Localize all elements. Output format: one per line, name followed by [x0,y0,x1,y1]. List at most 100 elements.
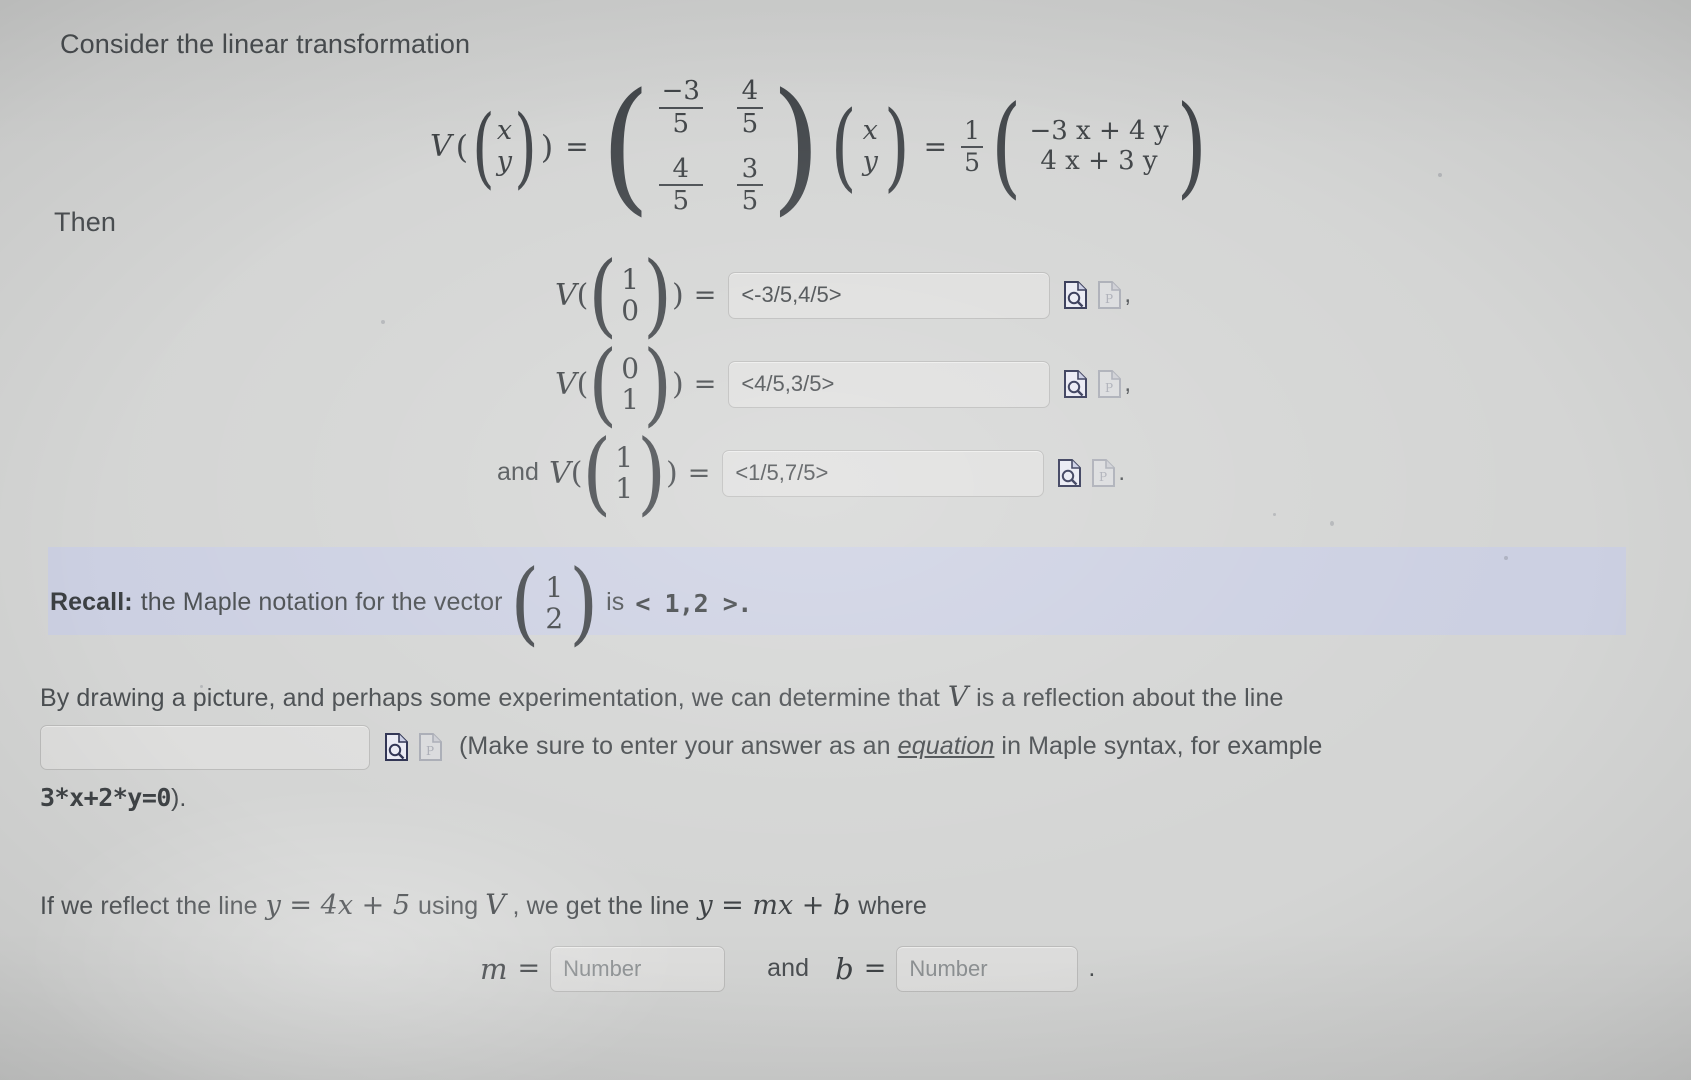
final-and-label: and [767,953,810,982]
equals-sign: = [693,368,717,400]
definition-equation: V ( ( x y ) ) = ( −3 5 4 5 4 5 3 5) (x… [430,63,1207,230]
document-maple-icon[interactable]: P [418,733,443,762]
document-magnifier-icon[interactable] [1057,459,1082,487]
document-maple-icon[interactable]: P [1097,281,1122,309]
scalar-one-fifth: 1 5 [961,118,983,175]
vec-component: x [862,115,878,147]
m-value-input[interactable] [550,945,726,992]
answer-input-v11[interactable] [722,449,1045,497]
dust-speck [1273,513,1276,516]
vec-component: 1 [621,262,640,296]
reflection-sentence-line1: By drawing a picture, and perhaps some e… [40,680,1600,716]
vec-component: 1 [615,440,634,474]
vec-component: 0 [621,351,640,385]
document-magnifier-icon[interactable] [1063,370,1088,398]
open-paren: ( [455,127,469,166]
vec-component: 1 [621,383,640,416]
svg-text:P: P [1105,381,1113,395]
maple-example-syntax: 3*x+2*y=0 [40,782,171,812]
equals-sign: = [693,279,717,311]
result-component: 4 x + 3 y [1040,145,1158,176]
question-fn-V: V [555,366,577,402]
recall-text-after: is [606,588,625,617]
vec-close-paren: ) [514,95,537,198]
reflection-note-open: (Make sure to enter your answer as an [459,732,891,761]
final-sentence: If we reflect the line y = 4x + 5 using … [40,888,1600,924]
definition-fn-V: V [430,129,452,164]
vec-component: y [862,145,878,177]
dust-speck [1504,556,1508,560]
b-value-input[interactable] [896,945,1079,992]
document-maple-icon[interactable]: P [1097,370,1122,398]
vec-open-paren: ( [472,95,495,198]
document-maple-icon[interactable]: P [1091,459,1116,487]
final-eq-target: y = mx + b [697,890,851,921]
equation-emphasis: equation [897,732,995,761]
vec-component: 1 [545,570,564,604]
vec-open-paren: ( [582,420,612,526]
vec-open-paren: ( [830,90,857,203]
reflection-paragraph: By drawing a picture, and perhaps some e… [40,680,1600,816]
question-fn-V: V [549,455,571,491]
final-eq-given: y = 4x + 5 [265,890,411,921]
reflection-var-V: V [947,680,969,713]
row-trailing-punct: . [1118,458,1126,486]
question-row-3: and V ( ( 1 1 ) ) = P [497,421,1126,526]
vec-close-paren: ) [637,420,666,526]
open-paren: ( [576,366,589,402]
final-period: . [1088,953,1096,982]
matrix-open-paren: ( [600,63,651,230]
final-text-1: If we reflect the line [40,892,258,920]
recall-maple-notation: < 1,2 >. [635,588,752,618]
definition-input-vector: ( x y ) [472,96,537,198]
equals-sign-2: = [923,130,948,163]
definition-result-vector: ( −3 x + 4 y 4 x + 3 y ) [991,84,1207,210]
close-paren: ) [665,455,678,491]
recall-vector: ( 1 2 ) [511,551,599,656]
recall-bold-label: Recall: [50,588,133,617]
vec-open-paren: ( [510,550,540,656]
vec-component: 2 [545,602,564,635]
vec-component: x [496,115,513,147]
reflection-example-line: 3*x+2*y=0 ). [40,782,1600,816]
matrix-cell: 4 5 [736,78,763,137]
final-section: If we reflect the line y = 4x + 5 using … [40,888,1600,992]
reflection-line-input[interactable] [40,724,370,770]
m-label: m [480,951,508,986]
reflection-text-1: By drawing a picture, and perhaps some e… [40,684,940,712]
open-paren: ( [570,455,583,491]
b-equals-sign: = [863,953,887,985]
answer-input-v10[interactable] [728,271,1051,319]
close-paren: ) [671,277,684,313]
close-paren: ) [671,366,684,402]
recall-text-before: the Maple notation for the vector [140,588,503,617]
close-paren: ) [540,127,554,166]
row-trailing-punct: , [1124,369,1132,397]
dust-speck [1330,521,1334,526]
question-vector: ( 1 0 ) [588,243,672,348]
question-vector: ( 1 1 ) [582,421,666,526]
vec-open-paren: ( [991,83,1022,210]
final-inputs-row: m = and b = . [480,945,1600,992]
definition-xy-vector: ( x y ) [831,91,910,203]
dust-speck [1438,173,1442,177]
question-vector: ( 0 1 ) [588,332,672,437]
final-var-V: V [485,888,506,921]
document-magnifier-icon[interactable] [384,733,409,762]
transformation-matrix: ( −3 5 4 5 4 5 3 5) [601,63,821,230]
result-component: −3 x + 4 y [1029,116,1169,147]
reflection-note-rest: in Maple syntax, for example [1001,732,1323,761]
m-equals-sign: = [517,953,541,985]
recall-line: Recall: the Maple notation for the vecto… [50,551,752,656]
vec-component: y [496,145,513,177]
b-label: b [835,951,854,986]
vec-component: 1 [615,472,634,505]
svg-text:P: P [426,744,434,758]
document-magnifier-icon[interactable] [1063,281,1088,309]
answer-input-v01[interactable] [728,360,1051,408]
then-label: Then [54,207,116,237]
open-paren: ( [576,277,589,313]
dust-speck [200,685,203,688]
vec-component: 0 [621,294,640,327]
question-row-2: V ( ( 0 1 ) ) = P [555,332,1132,437]
